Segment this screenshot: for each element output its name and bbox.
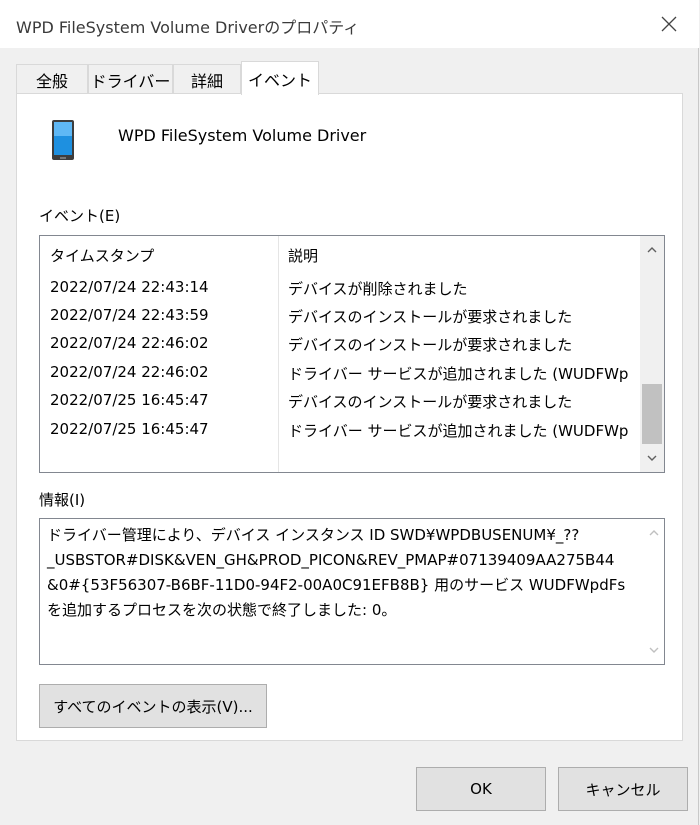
window-title: WPD FileSystem Volume Driverのプロパティ	[16, 18, 360, 37]
event-description: デバイスのインストールが要求されました	[288, 393, 573, 411]
info-text: ドライバー管理により、デバイス インスタンス ID SWD¥WPDBUSENUM…	[47, 523, 637, 623]
events-label: イベント(E)	[39, 207, 121, 225]
close-icon	[661, 16, 677, 32]
event-timestamp: 2022/07/24 22:46:02	[50, 334, 209, 352]
ok-button[interactable]: OK	[416, 767, 546, 811]
column-header-description[interactable]: 説明	[288, 236, 318, 274]
show-all-events-button[interactable]: すべてのイベントの表示(V)...	[39, 684, 267, 728]
event-timestamp: 2022/07/25 16:45:47	[50, 391, 209, 409]
info-line: &0#{53F56307-B6BF-11D0-94F2-00A0C91EFB8B…	[47, 576, 626, 594]
events-tab-panel: WPD FileSystem Volume Driver イベント(E) タイム…	[16, 93, 683, 741]
event-row[interactable]: 2022/07/25 16:45:47 ドライバー サービスが追加されました (…	[40, 416, 636, 444]
info-label: 情報(I)	[39, 491, 86, 509]
info-scrollbar[interactable]	[644, 519, 664, 664]
cancel-button[interactable]: キャンセル	[558, 767, 688, 811]
event-row[interactable]: 2022/07/24 22:46:02 ドライバー サービスが追加されました (…	[40, 359, 636, 387]
info-line: _USBSTOR#DISK&VEN_GH&PROD_PICON&REV_PMAP…	[47, 551, 615, 569]
events-scrollbar[interactable]	[640, 236, 664, 472]
event-description: ドライバー サービスが追加されました (WUDFWp...	[288, 365, 628, 383]
chevron-down-icon	[649, 647, 659, 653]
event-timestamp: 2022/07/25 16:45:47	[50, 420, 209, 438]
tab-events[interactable]: イベント	[241, 61, 319, 95]
title-bar: WPD FileSystem Volume Driverのプロパティ	[0, 0, 699, 48]
tab-general[interactable]: 全般	[16, 64, 88, 94]
event-row[interactable]: 2022/07/24 22:43:14 デバイスが削除されました	[40, 274, 636, 302]
info-line: を追加するプロセスを次の状態で終了しました: 0。	[47, 601, 397, 619]
chevron-up-icon	[649, 530, 659, 536]
tab-details[interactable]: 詳細	[173, 64, 241, 94]
info-scroll-down-button[interactable]	[644, 640, 664, 660]
event-description: デバイスが削除されました	[288, 280, 468, 298]
event-timestamp: 2022/07/24 22:46:02	[50, 363, 209, 381]
info-line: ドライバー管理により、デバイス インスタンス ID SWD¥WPDBUSENUM…	[47, 526, 580, 544]
event-row[interactable]: 2022/07/24 22:46:02 デバイスのインストールが要求されました	[40, 330, 636, 358]
device-name: WPD FileSystem Volume Driver	[118, 126, 367, 145]
event-row[interactable]: 2022/07/24 22:43:59 デバイスのインストールが要求されました	[40, 302, 636, 330]
portable-device-icon	[52, 120, 74, 160]
tab-driver[interactable]: ドライバー	[88, 64, 173, 94]
event-description: ドライバー サービスが追加されました (WUDFWp...	[288, 422, 628, 440]
event-row[interactable]: 2022/07/25 16:45:47 デバイスのインストールが要求されました	[40, 387, 636, 415]
event-description: デバイスのインストールが要求されました	[288, 308, 573, 326]
info-scroll-up-button[interactable]	[644, 523, 664, 543]
scroll-thumb[interactable]	[642, 384, 662, 444]
event-timestamp: 2022/07/24 22:43:14	[50, 278, 209, 296]
chevron-up-icon	[647, 247, 657, 253]
scroll-up-button[interactable]	[640, 238, 664, 262]
event-timestamp: 2022/07/24 22:43:59	[50, 306, 209, 324]
info-textbox[interactable]: ドライバー管理により、デバイス インスタンス ID SWD¥WPDBUSENUM…	[39, 518, 665, 665]
events-list[interactable]: タイムスタンプ 説明 2022/07/24 22:43:14 デバイスが削除され…	[39, 235, 665, 473]
properties-dialog: WPD FileSystem Volume Driverのプロパティ 全般 ドラ…	[0, 0, 699, 825]
event-description: デバイスのインストールが要求されました	[288, 336, 573, 354]
close-button[interactable]	[639, 0, 699, 48]
scroll-down-button[interactable]	[640, 446, 664, 470]
chevron-down-icon	[647, 455, 657, 461]
column-header-timestamp[interactable]: タイムスタンプ	[50, 236, 154, 274]
